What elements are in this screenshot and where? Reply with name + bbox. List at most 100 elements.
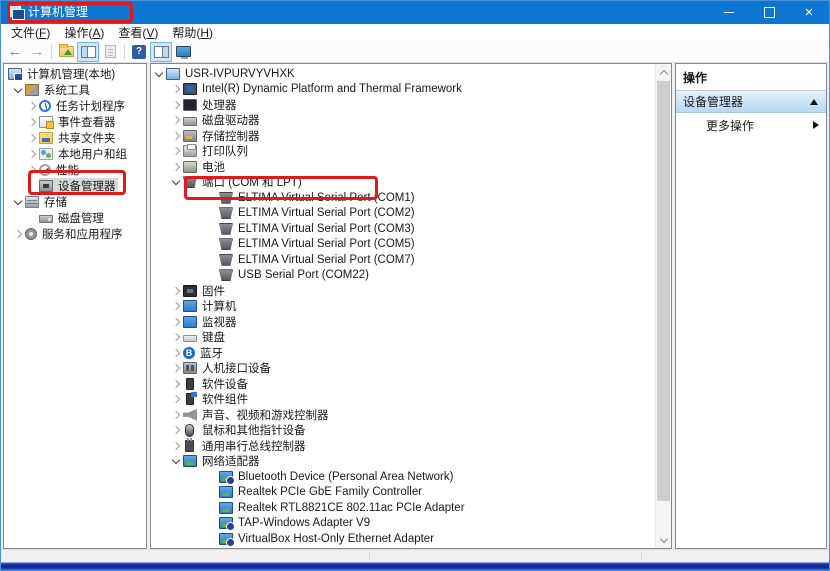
tree-item[interactable]: VirtualBox Host-Only Ethernet Adapter xyxy=(151,531,655,547)
tree-item[interactable]: 任务计划程序 xyxy=(4,98,146,114)
export-list-button[interactable] xyxy=(99,42,121,62)
toolbar: ←→? xyxy=(1,41,829,63)
tree-item[interactable]: 设备管理器 xyxy=(4,178,146,194)
tree-item[interactable]: 键盘 xyxy=(151,330,655,346)
chevron-right-icon[interactable] xyxy=(170,345,183,361)
chevron-right-icon[interactable] xyxy=(170,407,183,423)
tree-item[interactable]: 监视器 xyxy=(151,314,655,330)
folder-up-button[interactable] xyxy=(55,42,77,62)
tree-item[interactable]: 存储 xyxy=(4,194,146,210)
tree-item[interactable]: ELTIMA Virtual Serial Port (COM7) xyxy=(151,252,655,268)
close-button[interactable]: × xyxy=(789,1,829,24)
tree-item[interactable]: 性能 xyxy=(4,162,146,178)
tree-item[interactable]: 事件查看器 xyxy=(4,114,146,130)
tree-item[interactable]: 存储控制器 xyxy=(151,128,655,144)
vertical-scrollbar[interactable] xyxy=(655,64,671,548)
tree-item[interactable]: 服务和应用程序 xyxy=(4,226,146,242)
chevron-right-icon[interactable] xyxy=(170,144,183,160)
tree-item[interactable]: 软件设备 xyxy=(151,376,655,392)
chevron-right-icon[interactable] xyxy=(26,146,39,162)
tree-item[interactable]: 共享文件夹 xyxy=(4,130,146,146)
tree-item[interactable]: 声音、视频和游戏控制器 xyxy=(151,407,655,423)
tree-item-content: 事件查看器 xyxy=(39,114,118,130)
chevron-right-icon[interactable] xyxy=(170,376,183,392)
chevron-right-icon[interactable] xyxy=(170,361,183,377)
chevron-right-icon[interactable] xyxy=(170,283,183,299)
tree-item[interactable]: 固件 xyxy=(151,283,655,299)
chevron-down-icon[interactable] xyxy=(170,175,183,191)
forward-button[interactable]: → xyxy=(26,42,48,62)
chevron-down-icon[interactable] xyxy=(170,454,183,470)
tree-item-content: 磁盘管理 xyxy=(39,210,106,226)
tree-item[interactable]: 人机接口设备 xyxy=(151,361,655,377)
tree-item[interactable]: TAP-Windows Adapter V9 xyxy=(151,516,655,532)
chevron-right-icon[interactable] xyxy=(170,113,183,129)
tree-item[interactable]: 端口 (COM 和 LPT) xyxy=(151,175,655,191)
menu-item-v[interactable]: 查看(V) xyxy=(111,24,165,41)
tree-item[interactable]: Intel(R) Dynamic Platform and Thermal Fr… xyxy=(151,82,655,98)
more-actions-item[interactable]: 更多操作 xyxy=(676,113,826,137)
chevron-right-icon[interactable] xyxy=(170,330,183,346)
menu-item-h[interactable]: 帮助(H) xyxy=(165,24,220,41)
tree-item-content: 系统工具 xyxy=(25,82,92,98)
chevron-placeholder xyxy=(26,178,39,194)
tree-item[interactable]: 软件组件 xyxy=(151,392,655,408)
tree-item[interactable]: 系统工具 xyxy=(4,82,146,98)
tree-item[interactable]: 电池 xyxy=(151,159,655,175)
tree-item[interactable]: 本地用户和组 xyxy=(4,146,146,162)
chevron-down-icon[interactable] xyxy=(153,66,166,82)
chevron-right-icon[interactable] xyxy=(170,82,183,98)
tree-item[interactable]: ELTIMA Virtual Serial Port (COM1) xyxy=(151,190,655,206)
tree-item[interactable]: ELTIMA Virtual Serial Port (COM5) xyxy=(151,237,655,253)
chevron-right-icon[interactable] xyxy=(170,299,183,315)
tree-item[interactable]: 蓝牙 xyxy=(151,345,655,361)
scrollbar-thumb[interactable] xyxy=(657,81,670,501)
scroll-up-icon[interactable] xyxy=(656,64,671,80)
tree-item[interactable]: 计算机 xyxy=(151,299,655,315)
tree-item[interactable]: USR-IVPURVYVHXK xyxy=(151,66,655,82)
scroll-down-icon[interactable] xyxy=(656,532,671,548)
show-computer-button[interactable] xyxy=(172,42,194,62)
tree-item[interactable]: ELTIMA Virtual Serial Port (COM2) xyxy=(151,206,655,222)
chevron-right-icon[interactable] xyxy=(26,98,39,114)
help-button[interactable]: ? xyxy=(128,42,150,62)
network-icon xyxy=(219,502,233,514)
maximize-button[interactable] xyxy=(749,1,789,24)
tree-item[interactable]: 处理器 xyxy=(151,97,655,113)
chevron-right-icon[interactable] xyxy=(170,423,183,439)
tree-item[interactable]: USB Serial Port (COM22) xyxy=(151,268,655,284)
toolbar-separator xyxy=(124,44,125,60)
tree-item[interactable]: Realtek RTL8821CE 802.11ac PCIe Adapter xyxy=(151,500,655,516)
menu-item-a[interactable]: 操作(A) xyxy=(57,24,111,41)
chevron-right-icon[interactable] xyxy=(170,97,183,113)
tree-item[interactable]: 鼠标和其他指针设备 xyxy=(151,423,655,439)
chevron-right-icon[interactable] xyxy=(26,130,39,146)
tree-item[interactable]: 打印队列 xyxy=(151,144,655,160)
actions-section-device-manager[interactable]: 设备管理器 xyxy=(676,91,826,113)
chevron-down-icon[interactable] xyxy=(12,82,25,98)
tree-item[interactable]: WAN Miniport (IKEv2) xyxy=(151,547,655,549)
chevron-right-icon[interactable] xyxy=(26,162,39,178)
chevron-right-icon[interactable] xyxy=(170,159,183,175)
tree-item[interactable]: Realtek PCIe GbE Family Controller xyxy=(151,485,655,501)
minimize-button[interactable] xyxy=(709,1,749,24)
tree-item[interactable]: 磁盘管理 xyxy=(4,210,146,226)
tree-item[interactable]: ELTIMA Virtual Serial Port (COM3) xyxy=(151,221,655,237)
chevron-right-icon[interactable] xyxy=(170,438,183,454)
chevron-right-icon[interactable] xyxy=(170,128,183,144)
menu-item-f[interactable]: 文件(F) xyxy=(4,24,57,41)
chevron-right-icon[interactable] xyxy=(26,114,39,130)
chevron-right-icon[interactable] xyxy=(170,314,183,330)
toggle-console-tree-button[interactable] xyxy=(77,42,99,62)
tree-item[interactable]: Bluetooth Device (Personal Area Network) xyxy=(151,469,655,485)
back-button[interactable]: ← xyxy=(4,42,26,62)
toggle-action-pane-button[interactable] xyxy=(150,42,172,62)
collapse-section-icon[interactable] xyxy=(810,99,818,105)
tree-item[interactable]: 网络适配器 xyxy=(151,454,655,470)
tree-item[interactable]: 磁盘驱动器 xyxy=(151,113,655,129)
chevron-down-icon[interactable] xyxy=(12,194,25,210)
chevron-right-icon[interactable] xyxy=(170,392,183,408)
tree-item[interactable]: 通用串行总线控制器 xyxy=(151,438,655,454)
chevron-right-icon[interactable] xyxy=(12,226,25,242)
tree-item[interactable]: 计算机管理(本地) xyxy=(4,66,146,82)
